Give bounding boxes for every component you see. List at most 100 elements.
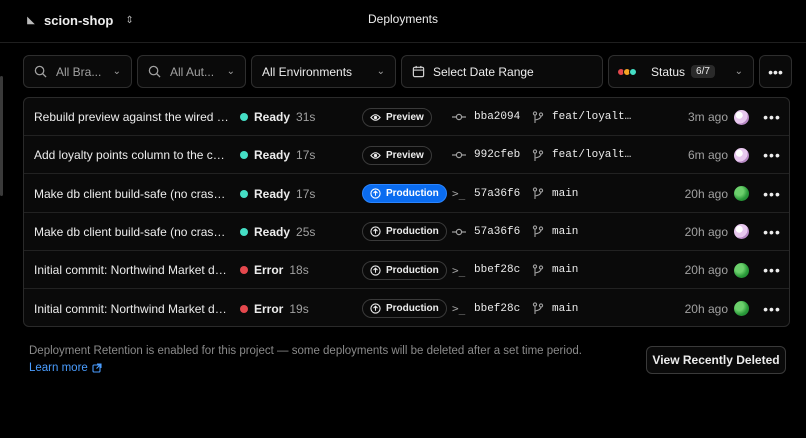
- branch-filter[interactable]: All Bra... ⌄: [23, 55, 132, 88]
- arrow-up-circle-icon: [370, 226, 381, 238]
- environment-badge[interactable]: Production: [362, 175, 447, 213]
- row-actions-button[interactable]: •••: [762, 290, 782, 327]
- author-avatar[interactable]: [734, 136, 749, 174]
- chevron-down-icon: ⌄: [112, 66, 121, 77]
- view-recently-deleted-button[interactable]: View Recently Deleted: [646, 346, 786, 374]
- environment-badge[interactable]: Preview: [362, 98, 432, 136]
- author-avatar[interactable]: [734, 290, 749, 327]
- top-bar: ◣ scion-shop ⇕ Deployments: [0, 0, 806, 40]
- deployment-title[interactable]: Initial commit: Northwind Market demo: [34, 290, 234, 327]
- deployment-status: Error 18s: [240, 251, 309, 289]
- row-actions-button[interactable]: •••: [762, 136, 782, 174]
- deployment-row[interactable]: Rebuild preview against the wired bran..…: [24, 98, 789, 136]
- deployment-title[interactable]: Make db client build-safe (no crash when…: [34, 175, 234, 213]
- deployment-title-text: Add loyalty points column to the custome…: [34, 148, 230, 163]
- environment-pill: Production: [362, 184, 447, 204]
- row-actions-button[interactable]: •••: [762, 98, 782, 136]
- git-branch-icon: [532, 110, 544, 124]
- deployment-status: Ready 17s: [240, 136, 315, 174]
- deployment-row[interactable]: Add loyalty points column to the custome…: [24, 136, 789, 175]
- branch-ref[interactable]: feat/loyalty...: [532, 136, 634, 174]
- author-filter[interactable]: All Aut... ⌄: [137, 55, 246, 88]
- author-avatar[interactable]: [734, 213, 749, 251]
- branch-name: main: [552, 264, 579, 277]
- author-avatar[interactable]: [734, 98, 749, 136]
- commit-sha: bbef28c: [474, 264, 521, 277]
- deployment-title[interactable]: Make db client build-safe (no crash when…: [34, 213, 234, 251]
- avatar: [734, 186, 749, 202]
- deployment-title-text: Make db client build-safe (no crash when…: [34, 224, 230, 239]
- more-horizontal-icon: •••: [768, 63, 783, 80]
- environment-filter[interactable]: All Environments ⌄: [251, 55, 396, 88]
- terminal-icon: >_: [452, 187, 466, 201]
- deployment-title[interactable]: Rebuild preview against the wired bran..…: [34, 98, 234, 136]
- more-filters-button[interactable]: •••: [759, 55, 792, 88]
- commit-ref[interactable]: >_ bbef28c: [452, 290, 521, 327]
- git-branch-icon: [532, 149, 544, 162]
- deployment-title-text: Rebuild preview against the wired bran..…: [34, 110, 230, 124]
- author-avatar[interactable]: [734, 251, 749, 289]
- environment-badge[interactable]: Production: [362, 213, 447, 251]
- deployment-row[interactable]: Initial commit: Northwind Market demo Er…: [24, 251, 789, 290]
- deployment-title[interactable]: Initial commit: Northwind Market demo: [34, 251, 234, 289]
- deployment-row[interactable]: Make db client build-safe (no crash when…: [24, 213, 789, 251]
- environment-label: Production: [386, 264, 439, 276]
- branch-name: main: [552, 225, 579, 238]
- more-horizontal-icon: •••: [763, 300, 781, 317]
- deployment-row[interactable]: Initial commit: Northwind Market demo Er…: [24, 290, 789, 327]
- deployment-title[interactable]: Add loyalty points column to the custome…: [34, 136, 234, 174]
- status-filter-label: Status: [651, 64, 686, 79]
- commit-icon: [452, 228, 466, 236]
- branch-ref[interactable]: main: [532, 251, 634, 289]
- deployment-age: 20h ago: [684, 301, 728, 316]
- commit-ref[interactable]: >_ 57a36f6: [452, 175, 520, 213]
- deployment-title-text: Make db client build-safe (no crash when…: [34, 186, 230, 201]
- status-filter[interactable]: Status 6/7 ⌄: [608, 55, 754, 88]
- environment-badge[interactable]: Production: [362, 251, 447, 289]
- status-dot-icon: [240, 189, 248, 198]
- commit-ref[interactable]: 57a36f6: [452, 213, 520, 251]
- environment-badge[interactable]: Preview: [362, 136, 432, 174]
- deployment-age: 6m ago: [687, 148, 728, 163]
- deployment-title-text: Initial commit: Northwind Market demo: [34, 301, 230, 316]
- branch-ref[interactable]: main: [532, 213, 634, 251]
- branch-ref[interactable]: feat/loyalty...: [532, 98, 634, 136]
- build-duration: 19s: [289, 301, 309, 316]
- commit-ref[interactable]: >_ bbef28c: [452, 251, 520, 289]
- build-duration: 17s: [296, 186, 316, 201]
- row-actions-button[interactable]: •••: [762, 213, 782, 251]
- row-actions-button[interactable]: •••: [762, 175, 782, 213]
- commit-ref[interactable]: bba2094: [452, 98, 520, 136]
- git-branch-icon: [532, 225, 544, 238]
- chevron-down-icon: ⌄: [376, 66, 385, 77]
- environment-badge[interactable]: Production: [362, 290, 447, 327]
- eye-icon: [370, 150, 381, 161]
- date-range-filter[interactable]: Select Date Range: [401, 55, 603, 88]
- scrollbar[interactable]: [0, 76, 3, 196]
- environment-pill: Production: [362, 222, 447, 242]
- commit-sha: 992cfeb: [474, 149, 521, 162]
- commit-ref[interactable]: 992cfeb: [452, 136, 520, 174]
- status-label: Ready: [254, 224, 291, 239]
- commit-sha: bbef28c: [474, 302, 521, 315]
- branch-name: main: [552, 187, 579, 200]
- more-horizontal-icon: •••: [763, 185, 781, 202]
- calendar-icon: [412, 65, 425, 78]
- branch-ref[interactable]: main: [532, 290, 634, 327]
- status-dot-icon: [240, 304, 248, 313]
- external-link-icon: [92, 363, 102, 373]
- author-avatar[interactable]: [734, 175, 749, 213]
- git-branch-icon: [532, 187, 544, 200]
- environment-label: Production: [386, 188, 439, 200]
- row-actions-button[interactable]: •••: [762, 251, 782, 289]
- avatar: [734, 262, 749, 278]
- deployment-title-text: Initial commit: Northwind Market demo: [34, 263, 230, 278]
- deployment-age: 20h ago: [684, 186, 728, 201]
- commit-icon: [452, 151, 466, 159]
- learn-more-link[interactable]: Learn more: [29, 362, 102, 374]
- branch-ref[interactable]: main: [532, 175, 634, 213]
- deployment-status: Ready 17s: [240, 175, 315, 213]
- deployment-row[interactable]: Make db client build-safe (no crash when…: [24, 175, 789, 213]
- more-horizontal-icon: •••: [763, 223, 781, 240]
- branch-filter-placeholder: All Bra...: [56, 64, 102, 79]
